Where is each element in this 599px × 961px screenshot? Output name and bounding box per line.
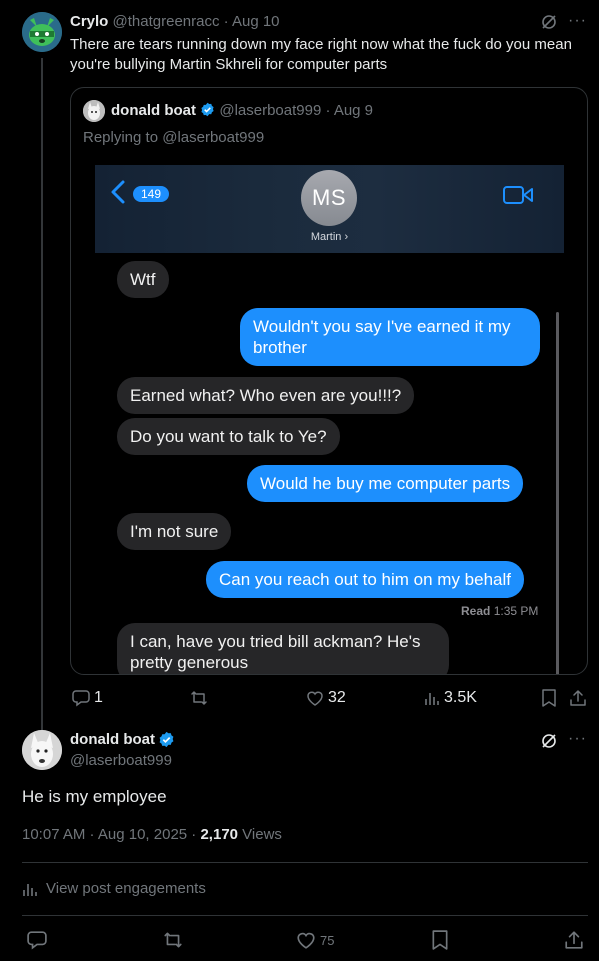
main-author-name-row[interactable]: donald boat (70, 731, 175, 748)
divider (22, 915, 588, 916)
message-bubble-outgoing: Can you reach out to him on my behalf (206, 561, 524, 598)
message-bubble-outgoing: Wouldn't you say I've earned it my broth… (240, 308, 540, 366)
author-handle[interactable]: @thatgreenracc (113, 13, 220, 30)
views-count: 2,170 (200, 826, 239, 843)
avatar-donald-boat[interactable] (22, 730, 62, 770)
analytics-icon (23, 883, 37, 896)
share-icon (570, 690, 586, 706)
dog-avatar-icon (22, 730, 62, 770)
separator-dot: · (223, 13, 229, 30)
verified-badge-icon (201, 102, 214, 117)
message-bubble-incoming: Do you want to talk to Ye? (117, 418, 340, 455)
reply-icon (72, 690, 90, 707)
reply-icon (27, 931, 47, 950)
main-tweet-text: He is my employee (22, 787, 167, 806)
view-post-engagements-link[interactable]: View post engagements (22, 880, 206, 897)
quoted-author-name[interactable]: donald boat (111, 102, 196, 119)
replying-to-label: Replying to @laserboat999 (83, 129, 265, 146)
read-receipt: Read 1:35 PM (461, 604, 538, 618)
contact-avatar: MS (301, 170, 357, 226)
unread-count-badge: 149 (133, 186, 170, 202)
share-icon (565, 931, 583, 949)
main-author-handle[interactable]: @laserboat999 (70, 752, 172, 769)
views-label: Views (238, 826, 282, 843)
quoted-author-avatar (83, 100, 105, 122)
scrollbar[interactable] (556, 312, 559, 674)
like-button[interactable]: 32 (306, 689, 346, 707)
retweet-icon (191, 691, 207, 705)
reply-count: 1 (94, 689, 103, 706)
dog-avatar-icon (83, 100, 105, 122)
quoted-tweet-card[interactable]: donald boat @laserboat999 · Aug 9 Replyi… (70, 87, 588, 675)
message-bubble-incoming: Wtf (117, 261, 169, 298)
more-options-icon[interactable]: ··· (568, 12, 587, 30)
author-name[interactable]: Crylo (70, 13, 108, 30)
green-raccoon-avatar-icon (22, 12, 62, 52)
read-time: 1:35 PM (493, 604, 539, 618)
main-author-name[interactable]: donald boat (70, 731, 155, 748)
engagements-label[interactable]: View post engagements (46, 880, 206, 897)
contact-name: Martin › (310, 231, 349, 243)
thread-line (41, 58, 43, 730)
bookmark-button[interactable] (541, 689, 557, 707)
like-count: 75 (320, 932, 335, 948)
imessage-header: 149 MS Martin › (95, 165, 564, 253)
quoted-author-handle[interactable]: @laserboat999 (219, 102, 321, 119)
grok-icon[interactable] (541, 733, 557, 749)
heart-icon (307, 691, 323, 706)
quoted-tweet-date[interactable]: Aug 9 (334, 102, 373, 119)
views-chart-icon (425, 693, 439, 705)
retweet-button[interactable] (163, 930, 183, 950)
share-button[interactable] (569, 689, 587, 707)
message-bubble-incoming: I can, have you tried bill ackman? He's … (117, 623, 449, 674)
reply-button[interactable]: 1 (72, 689, 103, 707)
tweet-meta: 10:07 AM · Aug 10, 2025 · 2,170 Views (22, 826, 282, 843)
verified-badge-icon (159, 731, 174, 748)
message-bubble-incoming: Earned what? Who even are you!!!? (117, 377, 415, 414)
timestamp[interactable]: 10:07 AM · Aug 10, 2025 · (22, 826, 200, 843)
read-label: Read (461, 604, 491, 618)
video-call-icon (503, 186, 533, 204)
heart-icon (297, 932, 315, 949)
quoted-tweet-header: donald boat @laserboat999 · Aug 9 (111, 102, 373, 119)
bookmark-icon (542, 689, 556, 707)
bookmark-icon (432, 930, 448, 950)
more-options-icon[interactable]: ··· (568, 730, 587, 748)
share-button[interactable] (564, 930, 584, 950)
reply-tweet-header: Crylo @thatgreenracc · Aug 10 (70, 13, 280, 30)
message-bubble-outgoing: Would he buy me computer parts (247, 465, 524, 502)
view-count: 3.5K (444, 689, 477, 706)
imessage-screenshot[interactable]: 149 MS Martin › Wtf Wouldn't you say I'v… (95, 165, 564, 674)
like-button[interactable]: 75 (296, 930, 334, 950)
avatar-crylo[interactable] (22, 12, 62, 52)
message-bubble-incoming: I'm not sure (117, 513, 232, 550)
retweet-icon (164, 932, 182, 948)
back-chevron-icon (111, 180, 125, 204)
views-button[interactable]: 3.5K (424, 689, 477, 707)
tweet-date[interactable]: Aug 10 (232, 13, 280, 30)
grok-icon[interactable] (541, 14, 557, 30)
bookmark-button[interactable] (431, 930, 449, 950)
reply-tweet-text: There are tears running down my face rig… (70, 36, 572, 73)
retweet-button[interactable] (190, 689, 212, 707)
reply-button[interactable] (27, 930, 47, 950)
divider (22, 862, 588, 863)
separator-dot: · (325, 102, 331, 119)
like-count: 32 (328, 689, 346, 706)
